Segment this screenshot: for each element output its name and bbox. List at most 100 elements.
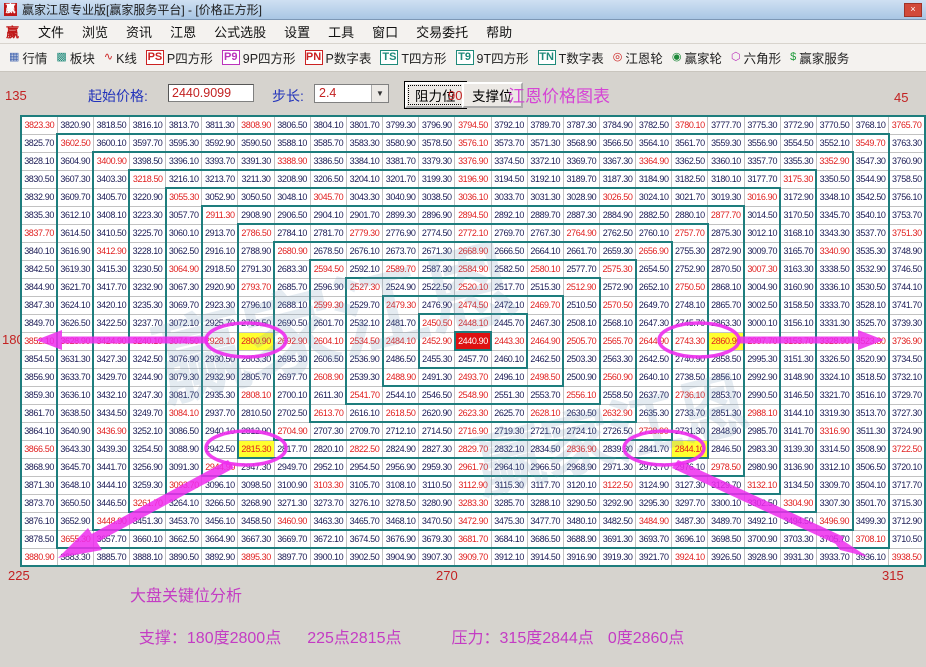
grid-cell: 3912.10 [490, 547, 528, 567]
grid-cell: 2517.70 [490, 277, 528, 297]
menu-item-window[interactable]: 窗口 [363, 23, 407, 42]
step-select[interactable]: 2.4 ▼ [314, 84, 389, 103]
grid-cell: 3271.30 [273, 493, 311, 513]
grid-cell: 3141.70 [779, 421, 818, 441]
toolbar-item-quotes[interactable]: ▦ 行情 [9, 48, 47, 67]
menu-item-tools[interactable]: 工具 [319, 23, 363, 42]
grid-cell: 3494.50 [779, 511, 817, 531]
grid-cell: 3724.90 [888, 421, 926, 441]
toolbar-item-t-number-table[interactable]: TN T数字表 [537, 48, 604, 67]
grid-cell: 3854.50 [19, 349, 58, 369]
toolbar-item-hexagon[interactable]: ⬡ 六角形 [731, 48, 781, 67]
toolbar-item-label: 赢家服务 [799, 52, 850, 66]
grid-cell: 3165.70 [779, 241, 818, 261]
grid-cell: 2661.70 [562, 241, 601, 261]
toolbar-item-p-number-table[interactable]: PN P数字表 [304, 48, 371, 67]
grid-cell: 3297.70 [671, 493, 709, 513]
grid-cell: 2952.10 [309, 457, 347, 477]
grid-cell: 3904.90 [382, 547, 420, 567]
menu-item-settings[interactable]: 设置 [275, 23, 319, 42]
grid-cell: 3655.30 [56, 529, 94, 549]
grid-cell: 3758.50 [888, 169, 926, 189]
grid-cell: 3914.50 [526, 547, 564, 567]
menu-item-trade-order[interactable]: 交易委托 [407, 23, 477, 42]
toolbar-item-sectors[interactable]: ▩ 板块 [56, 48, 94, 67]
close-button[interactable]: × [904, 3, 922, 17]
grid-cell: 3136.90 [779, 457, 818, 477]
grid-cell: 3537.70 [852, 223, 890, 243]
toolbar-item-p-square[interactable]: PS P四方形 [145, 48, 213, 67]
grid-cell: 3434.50 [92, 403, 130, 423]
menu-item-file[interactable]: 文件 [29, 23, 73, 42]
grid-cell: 2493.70 [454, 367, 492, 387]
grid-cell: 2532.10 [345, 313, 384, 333]
grid-cell: 3331.30 [815, 313, 854, 333]
grid-cell: 3177.70 [743, 169, 781, 189]
grid-cell: 3086.50 [164, 421, 203, 441]
candlestick-icon: ∿ [103, 51, 114, 63]
grid-cell: 3806.50 [273, 115, 311, 135]
toolbar-item-label: 板块 [69, 52, 95, 66]
grid-cell: 3398.50 [128, 151, 167, 171]
chevron-down-icon[interactable]: ▼ [371, 85, 388, 102]
menu-item-formula-stock-pick[interactable]: 公式选股 [205, 23, 275, 42]
grid-cell: 3444.10 [92, 475, 130, 495]
start-price-label: 起始价格: [88, 88, 148, 104]
menu-item-gann[interactable]: 江恩 [161, 23, 205, 42]
grid-cell: 2988.10 [743, 403, 782, 423]
menu-item-help[interactable]: 帮助 [477, 23, 521, 42]
grid-cell: 2743.30 [671, 331, 709, 351]
grid-cell: 3753.70 [888, 205, 926, 225]
grid-cell: 3031.30 [526, 187, 564, 207]
grid-cell: 2594.50 [309, 259, 347, 279]
grid-cell: 3818.50 [92, 115, 130, 135]
grid-cell: 2613.70 [309, 403, 347, 423]
grid-cell: 3076.90 [164, 349, 203, 369]
grid-cell: 2808.10 [236, 385, 275, 405]
toolbar-item-winner-service[interactable]: $ 赢家服务 [790, 48, 849, 67]
grid-cell: 2443.30 [490, 331, 529, 351]
grid-cell: 3060.10 [164, 223, 203, 243]
grid-cell: 3108.10 [382, 475, 420, 495]
grid-cell: 3050.50 [237, 187, 275, 207]
grid-cell: 3801.70 [345, 115, 384, 135]
toolbar-item-label: 9P四方形 [242, 52, 296, 66]
grid-cell: 3604.90 [56, 151, 94, 171]
grid-cell: 3693.70 [635, 529, 673, 549]
grid-cell: 3703.30 [779, 529, 817, 549]
grid-cell: 2452.90 [417, 331, 456, 351]
grid-cell: 2748.10 [671, 295, 709, 315]
grid-cell: 2556.10 [562, 385, 601, 405]
toolbar-item-kline[interactable]: ∿ K线 [104, 48, 137, 67]
grid-cell: 2796.10 [236, 295, 275, 315]
grid-cell: 3847.30 [19, 295, 58, 315]
grid-cell: 2997.70 [743, 331, 782, 351]
toolbar-item-winner-wheel[interactable]: ◉ 赢家轮 [672, 48, 722, 67]
grid-cell: 2798.50 [236, 313, 275, 333]
menu-item-browse[interactable]: 浏览 [73, 23, 117, 42]
menu-item-news[interactable]: 资讯 [117, 23, 161, 42]
grid-cell: 2928.10 [200, 331, 239, 351]
grid-cell: 2604.10 [309, 331, 347, 351]
grid-cell: 3036.10 [454, 187, 492, 207]
grid-cell: 3309.70 [815, 475, 854, 495]
toolbar-item-gann-wheel[interactable]: ◎ 江恩轮 [613, 48, 663, 67]
grid-cell: 2512.90 [562, 277, 601, 297]
grid-cell: 3268.90 [237, 493, 275, 513]
grid-cell: 3280.90 [418, 493, 456, 513]
grid-cell: 3876.10 [19, 511, 58, 531]
toolbar-item-9t-square[interactable]: T9 9T四方形 [455, 48, 529, 67]
title-bar: 赢 赢家江恩专业版[赢家服务平台] - [价格正方形] × [0, 0, 926, 20]
grid-cell: 3585.70 [309, 133, 347, 153]
grid-cell: 3532.90 [852, 259, 890, 279]
grid-cell: 3069.70 [164, 295, 203, 315]
grid-cell: 3321.70 [815, 385, 854, 405]
grid-cell: 3374.50 [490, 151, 528, 171]
start-price-input[interactable]: 2440.9099 [168, 84, 254, 102]
toolbar-item-t-square[interactable]: TS T四方形 [380, 48, 447, 67]
toolbar-item-9p-square[interactable]: P9 9P四方形 [221, 48, 296, 67]
grid-cell: 3576.10 [454, 133, 492, 153]
grid-cell: 3240.10 [128, 331, 167, 351]
grid-cell: 3789.70 [526, 115, 564, 135]
grid-cell: 2824.90 [382, 439, 420, 459]
